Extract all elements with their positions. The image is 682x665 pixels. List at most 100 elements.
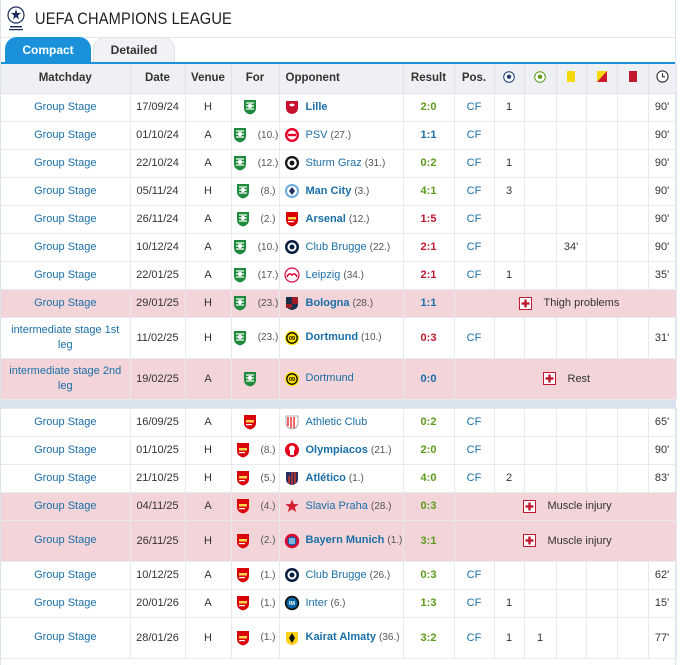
mancity-crest-icon[interactable] (284, 183, 300, 199)
opponent-link[interactable]: Atlético (306, 472, 346, 484)
matchday-link[interactable]: Group Stage (1, 561, 131, 590)
matchday-link[interactable]: Group Stage (1, 492, 131, 521)
arsenal-crest-icon[interactable] (235, 442, 251, 458)
opponent-link[interactable]: Dortmund (306, 372, 354, 384)
opponent-link[interactable]: Athletic Club (306, 416, 368, 428)
position[interactable]: CF (454, 177, 495, 206)
for-club[interactable]: (10.) (231, 233, 280, 262)
opponent-link[interactable]: Arsenal (306, 213, 346, 225)
opponent-link[interactable]: Bologna (306, 297, 350, 309)
position[interactable]: CF (454, 617, 495, 659)
for-club[interactable]: (12.) (231, 149, 280, 178)
sporting-crest-icon[interactable] (242, 99, 258, 115)
tab-compact[interactable]: Compact (5, 37, 91, 62)
brugge-crest-icon[interactable] (284, 239, 300, 255)
match-result-link[interactable]: 4:1 (403, 177, 455, 206)
dortmund-crest-icon[interactable]: 09 (284, 371, 300, 387)
matchday-link[interactable]: Group Stage (1, 289, 131, 318)
col-venue[interactable]: Venue (185, 64, 232, 94)
opponent-link[interactable]: Bayern Munich (306, 534, 385, 546)
matchday-link[interactable]: Group Stage (1, 520, 131, 562)
for-club[interactable] (231, 93, 280, 122)
opponent-link[interactable]: Leipzig (306, 269, 341, 281)
opponent-link[interactable]: Kairat Almaty (306, 631, 377, 643)
sporting-crest-icon[interactable] (232, 239, 248, 255)
dortmund-crest-icon[interactable]: 09 (284, 330, 300, 346)
arsenal-crest-icon[interactable] (235, 470, 251, 486)
opponent-link[interactable]: Lille (306, 101, 328, 113)
match-result-link[interactable]: 2:0 (403, 436, 455, 465)
sporting-crest-icon[interactable] (235, 211, 251, 227)
position[interactable]: CF (454, 436, 495, 465)
olympiacos-crest-icon[interactable] (284, 442, 300, 458)
position[interactable]: CF (454, 121, 495, 150)
match-result-link[interactable]: 2:1 (403, 261, 455, 290)
col-matchday[interactable]: Matchday (1, 64, 131, 94)
for-club[interactable] (231, 358, 280, 400)
col-for[interactable]: For (231, 64, 280, 94)
inter-crest-icon[interactable]: IM (284, 595, 300, 611)
col-minutes[interactable] (648, 64, 677, 94)
match-result-link[interactable]: 1:5 (403, 205, 455, 234)
for-club[interactable]: (23.) (231, 289, 280, 318)
sporting-crest-icon[interactable] (232, 267, 248, 283)
matchday-link[interactable]: Group Stage (1, 149, 131, 178)
matchday-link[interactable]: Group Stage (1, 261, 131, 290)
sporting-crest-icon[interactable] (232, 127, 248, 143)
for-club[interactable]: (8.) (231, 177, 280, 206)
sporting-crest-icon[interactable] (232, 295, 248, 311)
col-second-yellow[interactable] (586, 64, 618, 94)
col-result[interactable]: Result (403, 64, 455, 94)
brugge-crest-icon[interactable] (284, 567, 300, 583)
match-result-link[interactable]: 2:0 (403, 93, 455, 122)
for-club[interactable] (231, 408, 280, 437)
matchday-link[interactable]: Group Stage (1, 408, 131, 437)
position[interactable]: CF (454, 149, 495, 178)
psv-crest-icon[interactable] (284, 127, 300, 143)
opponent-link[interactable]: Club Brugge (306, 241, 367, 253)
for-club[interactable]: (1.) (231, 589, 280, 618)
matchday-link[interactable]: intermediate stage 1st leg (1, 317, 131, 359)
for-club[interactable]: (2.) (231, 520, 280, 562)
arsenal-crest-icon[interactable] (235, 630, 251, 646)
position[interactable]: CF (454, 261, 495, 290)
opponent-link[interactable]: Club Brugge (306, 569, 367, 581)
for-club[interactable]: (5.) (231, 464, 280, 493)
for-club[interactable]: (8.) (231, 436, 280, 465)
matchday-link[interactable]: Group Stage (1, 205, 131, 234)
for-club[interactable]: (23.) (231, 317, 280, 359)
sporting-crest-icon[interactable] (235, 183, 251, 199)
atletico-crest-icon[interactable] (284, 470, 300, 486)
matchday-link[interactable]: Group Stage (1, 93, 131, 122)
arsenal-crest-icon[interactable] (235, 567, 251, 583)
col-yellow-cards[interactable] (556, 64, 587, 94)
for-club[interactable]: (2.) (231, 205, 280, 234)
match-result-link[interactable]: 0:2 (403, 149, 455, 178)
position[interactable]: CF (454, 561, 495, 590)
arsenal-crest-icon[interactable] (284, 211, 300, 227)
opponent-link[interactable]: Man City (306, 185, 352, 197)
match-result-link[interactable]: 3:2 (403, 617, 455, 659)
opponent-link[interactable]: Slavia Praha (306, 500, 368, 512)
sporting-crest-icon[interactable] (232, 155, 248, 171)
match-result-link[interactable]: 0:3 (403, 561, 455, 590)
match-result-link[interactable]: 2:1 (403, 233, 455, 262)
col-assists[interactable] (524, 64, 557, 94)
matchday-link[interactable]: Group Stage (1, 436, 131, 465)
opponent-link[interactable]: PSV (306, 129, 328, 141)
col-red-cards[interactable] (617, 64, 649, 94)
slavia-crest-icon[interactable] (284, 498, 300, 514)
match-result-link[interactable]: 4:0 (403, 464, 455, 493)
for-club[interactable]: (1.) (231, 617, 280, 659)
opponent-link[interactable]: Olympiacos (306, 444, 368, 456)
position[interactable]: CF (454, 93, 495, 122)
matchday-link[interactable]: Group Stage (1, 233, 131, 262)
for-club[interactable]: (10.) (231, 121, 280, 150)
position[interactable]: CF (454, 233, 495, 262)
matchday-link[interactable]: Group Stage (1, 464, 131, 493)
sporting-crest-icon[interactable] (242, 371, 258, 387)
bayern-crest-icon[interactable] (284, 533, 300, 549)
position[interactable]: CF (454, 317, 495, 359)
tab-detailed[interactable]: Detailed (93, 37, 175, 62)
arsenal-crest-icon[interactable] (235, 595, 251, 611)
